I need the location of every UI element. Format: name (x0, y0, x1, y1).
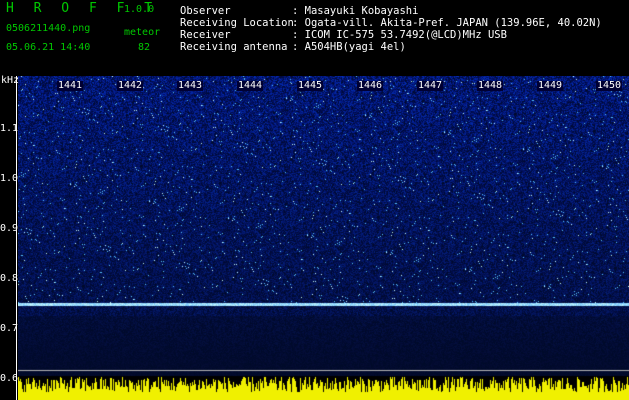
counter-value: 82 (138, 42, 151, 53)
axis-tick-0-8: 0.8 (0, 273, 19, 284)
minute-label-1447: 1447 (417, 80, 444, 91)
receiver-value: : ICOM IC-575 53.7492(@LCD)MHz USB (292, 29, 507, 41)
axis-tick-0-7: 0.7 (0, 323, 19, 334)
minute-label-1442: 1442 (117, 80, 144, 91)
observer-value: : Masayuki Kobayashi (292, 5, 419, 17)
minute-label-1441: 1441 (57, 80, 84, 91)
axis-tick-1-0: 1.0 (0, 173, 19, 184)
minute-label-1450: 1450 (596, 80, 623, 91)
axis-unit: kHz (1, 75, 20, 86)
location-value: : Ogata-vill. Akita-Pref. JAPAN (139.96E… (292, 17, 602, 29)
minute-label-1443: 1443 (177, 80, 204, 91)
app-version: 1.0.0 (124, 4, 155, 15)
minute-label-1445: 1445 (297, 80, 324, 91)
observer-key: Observer (180, 5, 231, 17)
axis-tick-1-1: 1.1 (0, 123, 19, 134)
spectrogram (18, 76, 629, 400)
receiver-key: Receiver (180, 29, 231, 41)
axis-tick-0-6: 0.6 (0, 373, 19, 384)
axis-tick-0-9: 0.9 (0, 223, 19, 234)
minute-label-1449: 1449 (537, 80, 564, 91)
antenna-value: : A504HB(yagi 4el) (292, 41, 406, 53)
header-panel: H R O F F T 1.0.0 0506211440.png meteor … (0, 0, 629, 76)
file-datetime: 05.06.21 14:40 (6, 42, 91, 53)
file-name: 0506211440.png (6, 23, 91, 34)
minute-label-1444: 1444 (237, 80, 264, 91)
minute-label-1448: 1448 (477, 80, 504, 91)
minute-label-1446: 1446 (357, 80, 384, 91)
antenna-key: Receiving antenna (180, 41, 288, 53)
counter-label: meteor (124, 27, 161, 38)
location-key: Receiving Location (180, 17, 294, 29)
